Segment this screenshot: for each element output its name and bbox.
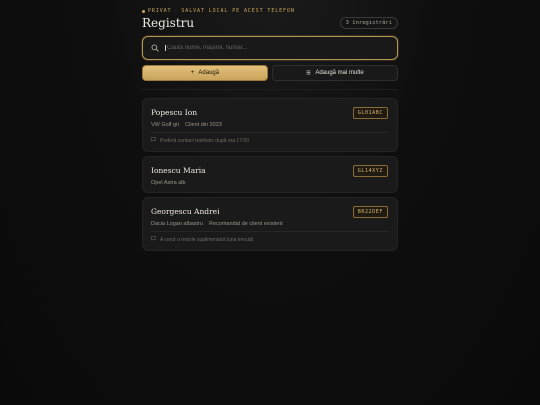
page-title: Registru [142,16,195,30]
record-count-badge: 3 înregistrări [339,17,398,29]
record-note: Preferă contact telefonic după ora 17:00 [151,137,249,144]
eyebrow-separator: · [174,8,179,14]
record-name: Ionescu Maria [151,166,206,175]
add-multiple-button[interactable]: Adaugă mai multe [272,65,398,81]
record-note: A cerut o revizie suplimentară luna trec… [151,236,253,243]
search-bar[interactable] [142,36,398,60]
record-note-text: A cerut o revizie suplimentară luna trec… [160,236,254,243]
record-card-popescu-ion[interactable]: Popescu Ion GL01ABC VW Golf gri Client d… [142,98,398,152]
record-name: Popescu Ion [151,108,198,117]
add-record-button[interactable]: + Adaugă [142,65,268,81]
comment-icon [151,137,156,144]
record-detail: Recomandat de client existent [208,221,283,227]
record-car: VW Golf gri [151,122,180,128]
record-detail: Client din 2023 [185,122,222,128]
card-divider [151,132,389,133]
add-multiple-label: Adaugă mai multe [315,70,364,76]
privacy-eyebrow: PRIVAT · SALVAT LOCAL PE ACEST TELEFON [142,8,295,14]
license-plate-badge: GL01ABC [352,107,388,119]
list-icon [306,70,311,77]
add-button-label: Adaugă [198,70,220,76]
record-meta: Dacia Logan albastru Recomandat de clien… [151,221,283,227]
record-card-ionescu-maria[interactable]: Ionescu Maria GL14XYZ Opel Astra alb [142,156,398,193]
eyebrow-storage: SALVAT LOCAL PE ACEST TELEFON [181,8,295,14]
license-plate-badge: GL14XYZ [352,165,388,177]
search-input[interactable] [165,45,385,51]
record-card-georgescu-andrei[interactable]: Georgescu Andrei BR22DEF Dacia Logan alb… [142,197,398,251]
record-car: Opel Astra alb [151,180,186,186]
status-dot-icon [142,9,145,13]
comment-icon [151,236,156,243]
license-plate-badge: BR22DEF [352,206,388,218]
record-note-text: Preferă contact telefonic după ora 17:00 [160,137,249,144]
record-name: Georgescu Andrei [151,207,220,216]
search-icon [151,39,159,57]
plus-icon: + [190,70,195,76]
record-meta: Opel Astra alb [151,180,186,186]
card-divider [151,231,389,232]
record-car: Dacia Logan albastru [151,221,203,227]
section-divider [142,89,398,90]
eyebrow-private: PRIVAT [148,8,172,14]
record-meta: VW Golf gri Client din 2023 [151,122,222,128]
